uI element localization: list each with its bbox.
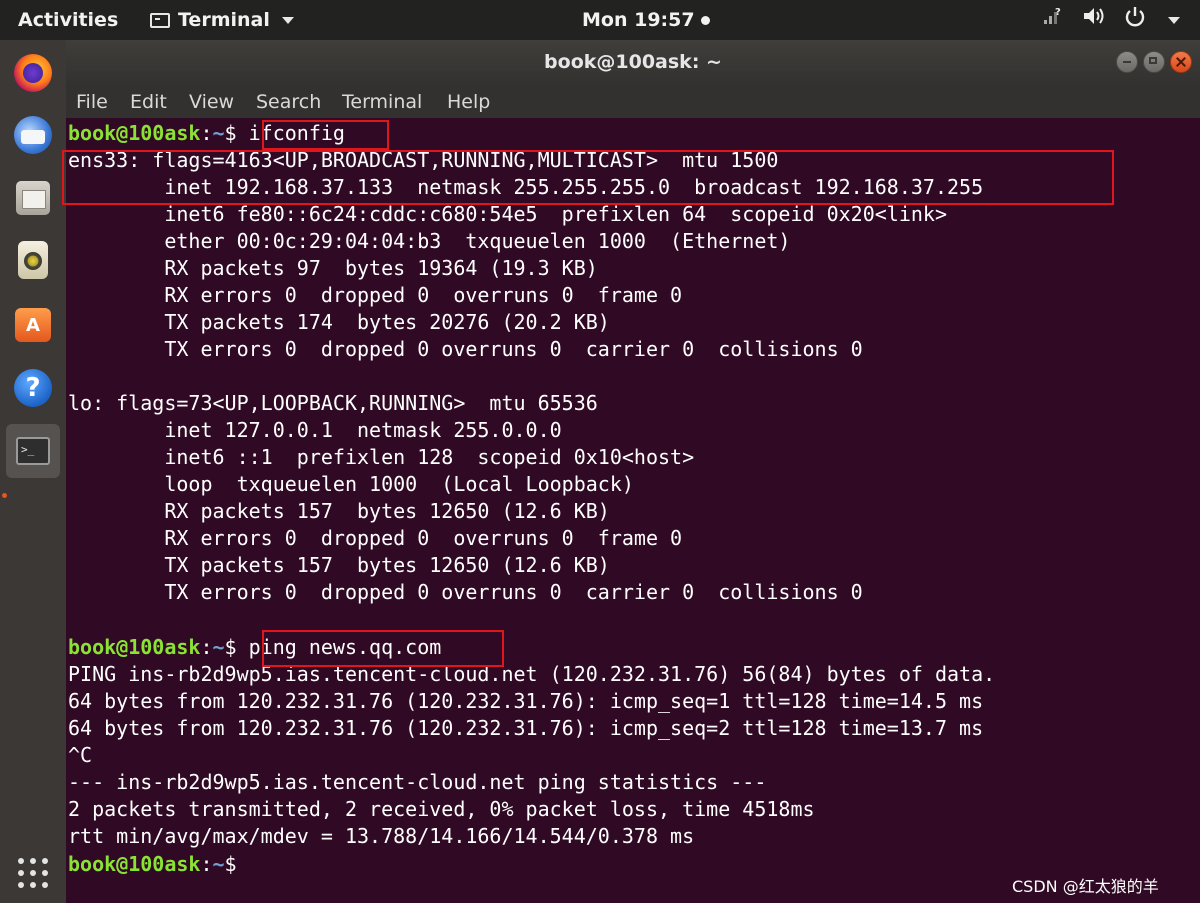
rhythmbox-icon	[18, 241, 48, 279]
minimize-button[interactable]	[1116, 51, 1138, 73]
dock: A ? >_	[0, 40, 66, 903]
network-icon: ?	[1042, 0, 1064, 40]
output-line: 64 bytes from 120.232.31.76 (120.232.31.…	[68, 689, 984, 713]
dock-thunderbird[interactable]	[6, 108, 60, 162]
chevron-down-icon	[1168, 16, 1180, 24]
window-titlebar[interactable]: book@100ask: ~	[66, 40, 1200, 86]
menu-edit[interactable]: Edit	[130, 86, 167, 118]
output-line: RX errors 0 dropped 0 overruns 0 frame 0	[68, 283, 683, 307]
output-line: ether 00:0c:29:04:04:b3 txqueuelen 1000 …	[68, 229, 791, 253]
window-title: book@100ask: ~	[544, 51, 722, 73]
system-status-area[interactable]: ?	[1042, 0, 1180, 40]
menu-search[interactable]: Search	[256, 86, 321, 118]
output-line: 2 packets transmitted, 2 received, 0% pa…	[68, 797, 815, 821]
terminal-icon	[150, 12, 170, 28]
output-line: TX errors 0 dropped 0 overruns 0 carrier…	[68, 337, 863, 361]
highlight-box-ens33	[62, 150, 1114, 205]
highlight-box-ping	[262, 630, 504, 667]
close-button[interactable]	[1170, 51, 1192, 73]
app-menu-label: Terminal	[178, 9, 270, 31]
top-panel: Activities Terminal Mon 19:57 ?	[0, 0, 1200, 40]
dock-terminal[interactable]: >_	[6, 424, 60, 478]
terminal-icon: >_	[16, 437, 50, 465]
output-line: RX errors 0 dropped 0 overruns 0 frame 0	[68, 526, 683, 550]
running-indicator-icon	[2, 493, 7, 498]
menu-view[interactable]: View	[189, 86, 234, 118]
prompt-line: book@100ask:~$	[68, 852, 249, 876]
output-line: ^C	[68, 743, 93, 767]
output-line: 64 bytes from 120.232.31.76 (120.232.31.…	[68, 716, 984, 740]
dock-firefox[interactable]	[6, 46, 60, 100]
output-line: TX packets 174 bytes 20276 (20.2 KB)	[68, 310, 610, 334]
firefox-icon	[14, 54, 52, 92]
menu-terminal[interactable]: Terminal	[342, 86, 422, 118]
volume-icon	[1082, 0, 1106, 40]
menu-help[interactable]: Help	[447, 86, 490, 118]
svg-text:?: ?	[1055, 7, 1061, 18]
highlight-box-ifconfig	[262, 120, 389, 150]
files-icon	[16, 181, 50, 215]
menubar: File Edit View Search Terminal Help	[66, 86, 1200, 118]
dock-ubuntu-software[interactable]: A	[6, 298, 60, 352]
dock-files[interactable]	[6, 171, 60, 225]
maximize-button[interactable]	[1143, 51, 1165, 73]
power-icon	[1124, 0, 1146, 40]
output-line: loop txqueuelen 1000 (Local Loopback)	[68, 472, 634, 496]
software-center-icon: A	[15, 308, 51, 342]
clock[interactable]: Mon 19:57	[582, 0, 710, 40]
menu-file[interactable]: File	[76, 86, 108, 118]
output-line: RX packets 97 bytes 19364 (19.3 KB)	[68, 256, 598, 280]
thunderbird-icon	[14, 116, 52, 154]
activities-button[interactable]: Activities	[18, 0, 118, 40]
show-applications-button[interactable]	[18, 858, 48, 888]
dock-help[interactable]: ?	[6, 361, 60, 415]
help-icon: ?	[14, 369, 52, 407]
terminal-output[interactable]: book@100ask:~$ ifconfig ens33: flags=416…	[62, 118, 1200, 903]
clock-label: Mon 19:57	[582, 9, 695, 31]
terminal-window: book@100ask: ~ File Edit View Search Ter…	[62, 40, 1200, 903]
output-line: --- ins-rb2d9wp5.ias.tencent-cloud.net p…	[68, 770, 767, 794]
output-line: TX errors 0 dropped 0 overruns 0 carrier…	[68, 580, 863, 604]
output-line: rtt min/avg/max/mdev = 13.788/14.166/14.…	[68, 824, 695, 848]
watermark: CSDN @红太狼的羊	[1012, 877, 1159, 896]
output-line: inet 127.0.0.1 netmask 255.0.0.0	[68, 418, 562, 442]
output-line: lo: flags=73<UP,LOOPBACK,RUNNING> mtu 65…	[68, 391, 598, 415]
output-line: RX packets 157 bytes 12650 (12.6 KB)	[68, 499, 610, 523]
dock-rhythmbox[interactable]	[6, 233, 60, 287]
chevron-down-icon	[281, 16, 294, 24]
window-controls	[1116, 51, 1192, 73]
app-menu-terminal[interactable]: Terminal	[150, 0, 294, 40]
output-line: TX packets 157 bytes 12650 (12.6 KB)	[68, 553, 610, 577]
output-line: inet6 ::1 prefixlen 128 scopeid 0x10<hos…	[68, 445, 695, 469]
output-line: PING ins-rb2d9wp5.ias.tencent-cloud.net …	[68, 662, 996, 686]
notification-dot-icon	[700, 15, 710, 25]
output-line: inet6 fe80::6c24:cddc:c680:54e5 prefixle…	[68, 202, 947, 226]
